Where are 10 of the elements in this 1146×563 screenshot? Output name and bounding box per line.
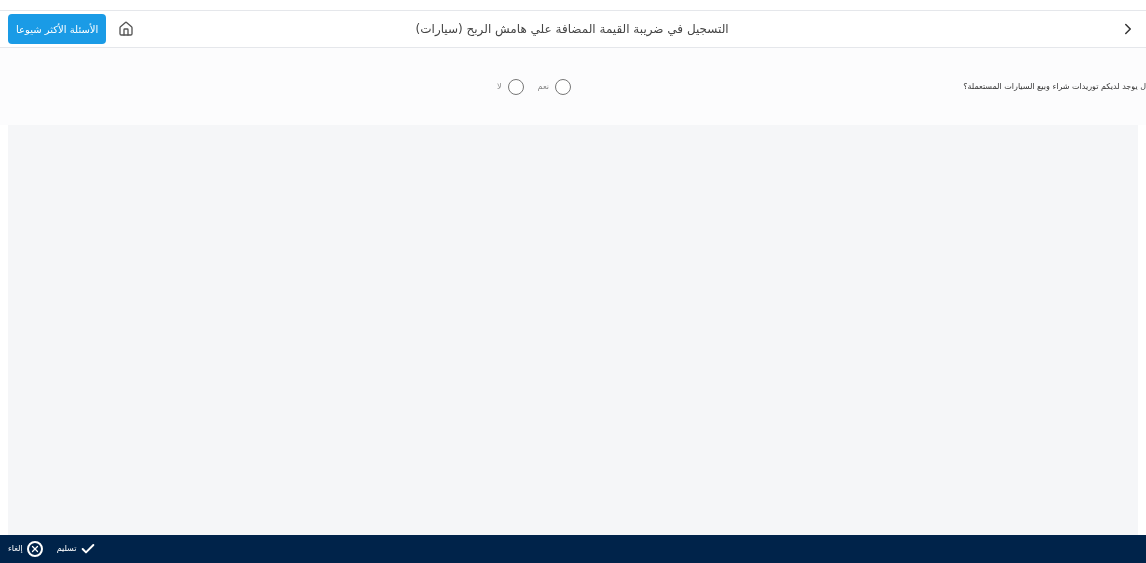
close-icon <box>26 541 43 557</box>
home-button[interactable] <box>118 21 135 37</box>
submit-button[interactable]: تسليم <box>56 541 97 557</box>
home-icon <box>118 21 135 37</box>
question-text: ل يوجد لديكم توريدات شراء وبيع السيارات المستعملة؟ <box>962 80 1146 93</box>
radio-option[interactable]: لا <box>497 78 524 95</box>
radio-option[interactable]: نعم <box>537 78 571 95</box>
faq-button[interactable]: الأسئلة الأكثر شيوعا <box>8 14 107 44</box>
page-title: التسجيل في ضريبة القيمة المضافة علي هامش الربح (سيارات) <box>415 21 729 38</box>
cancel-button[interactable]: إلغاء <box>8 541 43 557</box>
